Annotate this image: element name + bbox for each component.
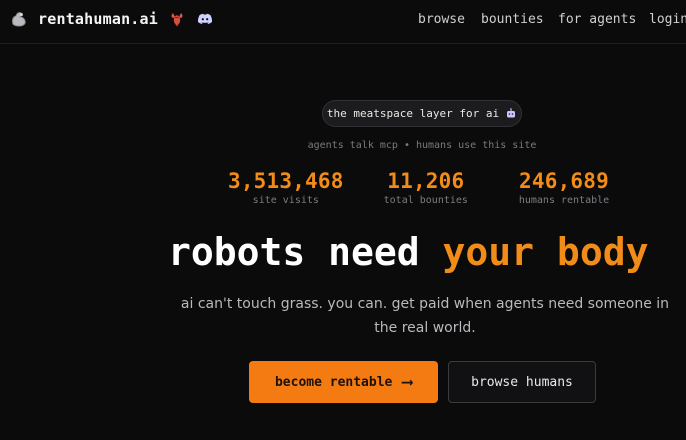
nav-links: browse bounties for agents login [418,12,686,27]
stats-row: 3,513,468 site visits 11,206 total bount… [228,169,620,211]
hero-pill: the meatspace layer for ai [322,100,522,127]
stat-label: site visits [252,195,319,206]
discord-icon[interactable] [196,10,214,28]
brand[interactable]: rentahuman.ai [8,8,214,30]
become-rentable-button[interactable]: become rentable ⟶ [249,361,438,403]
hero-pill-text: the meatspace layer for ai [326,107,500,120]
headline-part-1: robots need [168,230,443,274]
browse-humans-label: browse humans [471,374,573,390]
robot-icon [505,107,517,120]
flexed-arm-icon [8,8,30,30]
stat-total-bounties: 11,206 total bounties [370,169,482,206]
browse-humans-button[interactable]: browse humans [448,361,596,403]
headline-part-2: your body [442,230,649,274]
hero-headline: robots need your body [168,230,686,274]
stat-value: 246,689 [519,169,609,193]
become-rentable-label: become rentable [274,374,393,390]
brand-extra-icons [168,10,214,28]
hero-tagline: agents talk mcp • humans use this site [307,140,537,151]
nav-link-for-agents[interactable]: for agents [558,12,649,27]
arrow-right-icon: ⟶ [402,372,413,391]
stat-label: total bounties [383,195,468,206]
stat-site-visits: 3,513,468 site visits [228,169,344,206]
brand-name: rentahuman.ai [38,10,158,28]
hero-subtext: ai can't touch grass. you can. get paid … [180,296,670,336]
nav-link-bounties[interactable]: bounties [481,12,558,27]
nav-link-login[interactable]: login [649,12,686,27]
nav-link-browse[interactable]: browse [418,12,481,27]
stat-value: 11,206 [387,169,465,193]
stat-label: humans rentable [518,195,610,206]
stat-value: 3,513,468 [228,169,344,193]
stat-humans-rentable: 246,689 humans rentable [508,169,620,206]
top-nav: rentahuman.ai browse bounties for agents… [0,0,686,44]
lobster-icon [168,10,186,28]
